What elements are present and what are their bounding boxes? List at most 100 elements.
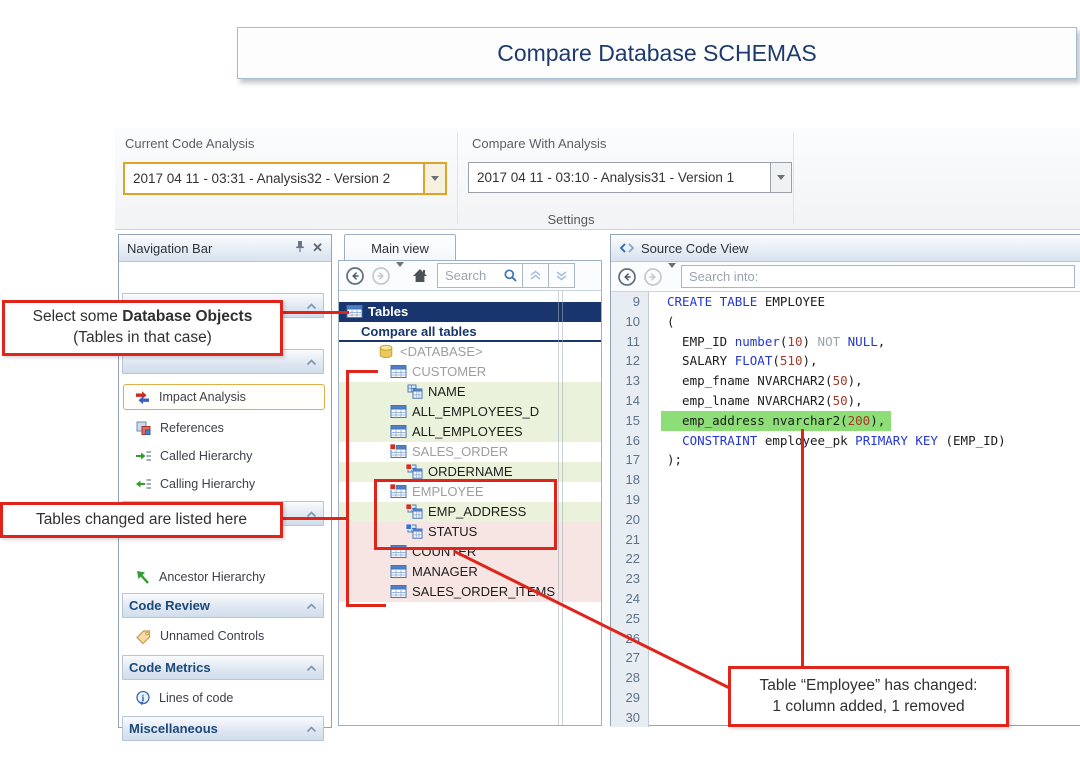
pin-icon[interactable] [294,240,306,256]
ancestor-hierarchy-icon [135,569,151,585]
source-code-header: Source Code View [611,235,1080,262]
table-icon [390,564,407,582]
sidebar-item-called-hierarchy[interactable]: Called Hierarchy [125,443,323,469]
table-icon [390,584,407,602]
forward-button[interactable] [370,265,391,286]
sidebar-section-code-review[interactable]: Code Review [122,593,324,618]
home-icon[interactable] [409,265,430,286]
line-number: 23 [611,569,640,589]
code-line [667,589,1080,609]
tree-row-label: MANAGER [412,564,478,579]
current-analysis-value: 2017 04 11 - 03:31 - Analysis32 - Versio… [125,164,423,193]
tab-main-view-label: Main view [371,241,429,256]
navigation-panel-header: Navigation Bar ✕ [119,235,331,262]
source-code-toolbar [611,262,1080,292]
code-line [667,470,1080,490]
callout-tables-changed: Tables changed are listed here [0,502,283,538]
source-code-panel: Source Code View 91011121314151617181920… [610,234,1080,726]
code-line [667,490,1080,510]
annotation-connector [283,517,347,520]
line-number: 24 [611,589,640,609]
line-number: 12 [611,351,640,371]
app-root: Compare Database SCHEMAS Current Code An… [0,0,1080,760]
compare-analysis-combo[interactable]: 2017 04 11 - 03:10 - Analysis31 - Versio… [468,162,792,193]
callout-line: Tables changed are listed here [36,510,247,531]
callout-line: 1 column added, 1 removed [772,697,964,718]
code-line: emp_lname NVARCHAR2(50), [667,391,1080,411]
source-code-title: Source Code View [641,241,748,256]
line-number: 28 [611,668,640,688]
sidebar-item-label: Unnamed Controls [160,629,264,643]
database-icon [378,344,394,362]
history-dropdown-icon[interactable] [668,268,676,286]
tree-search-group [437,263,575,288]
called-hierarchy-icon [135,448,152,464]
line-number: 14 [611,391,640,411]
callout-line: Table “Employee” has changed: [760,676,978,697]
line-number: 20 [611,510,640,530]
chevron-up-icon[interactable] [306,354,317,369]
search-next-button[interactable] [548,264,574,287]
code-search-input[interactable] [681,265,1075,288]
back-button[interactable] [616,266,637,287]
sidebar-section-miscellaneous[interactable]: Miscellaneous [122,716,324,741]
history-dropdown-icon[interactable] [396,267,404,285]
line-number: 16 [611,431,640,451]
current-analysis-label: Current Code Analysis [125,136,254,151]
sidebar-item-label: Impact Analysis [159,390,246,404]
table-icon [390,364,407,382]
line-number: 17 [611,450,640,470]
table-changed-icon [390,444,407,462]
table-icon [390,404,407,422]
annotation-bracket [346,604,386,607]
sidebar-item-references[interactable]: References [125,415,323,441]
line-number: 22 [611,549,640,569]
annotation-connector [283,311,349,314]
line-number: 9 [611,292,640,312]
sidebar-item-lines-of-code[interactable]: iLines of code [125,685,323,711]
chevron-up-icon[interactable] [306,598,317,613]
page-title: Compare Database SCHEMAS [237,27,1077,79]
chevron-up-icon[interactable] [306,721,317,736]
sidebar-item-unnamed-controls[interactable]: Unnamed Controls [125,623,323,649]
chevron-up-icon[interactable] [306,660,317,675]
sidebar-item-calling-hierarchy[interactable]: Calling Hierarchy [125,471,323,497]
sidebar-item-ancestor-hierarchy[interactable]: Ancestor Hierarchy [125,564,323,590]
section-label: Code Metrics [129,660,211,675]
chevron-down-icon[interactable] [423,164,445,193]
close-icon[interactable]: ✕ [312,240,323,256]
ribbon-divider [457,132,458,224]
tree-row-label: ALL_EMPLOYEES [412,424,523,439]
back-button[interactable] [344,265,365,286]
annotation-bracket [346,370,349,607]
tree-search-input[interactable] [438,268,503,283]
tree-row-label: Tables [368,304,408,319]
line-number: 21 [611,530,640,550]
compare-analysis-value: 2017 04 11 - 03:10 - Analysis31 - Versio… [469,163,770,192]
sidebar-section-code-metrics[interactable]: Code Metrics [122,655,324,680]
tree-row-label: SALES_ORDER [412,444,508,459]
code-line: ( [667,312,1080,332]
line-number: 18 [611,470,640,490]
tab-main-view[interactable]: Main view [344,234,456,262]
tree-column-divider [558,291,559,725]
code-line [667,609,1080,629]
code-line [667,569,1080,589]
tree-column-divider [562,291,563,725]
sidebar-item-label: Ancestor Hierarchy [159,570,265,584]
compare-analysis-label: Compare With Analysis [472,136,606,151]
code-line: EMP_ID number(10) NOT NULL, [667,332,1080,352]
sidebar-item-impact-analysis[interactable]: Impact Analysis [123,384,325,410]
forward-button[interactable] [642,266,663,287]
chevron-down-icon[interactable] [770,163,791,192]
line-number: 29 [611,688,640,708]
ribbon: Current Code Analysis 2017 04 11 - 03:31… [115,128,1080,230]
search-previous-button[interactable] [522,264,548,287]
search-icon [503,268,522,283]
callout-line: Select some Database Objects [33,307,253,328]
tag-icon [135,628,152,644]
calling-hierarchy-icon [135,476,152,492]
impact-analysis-icon [134,389,151,406]
current-analysis-combo[interactable]: 2017 04 11 - 03:31 - Analysis32 - Versio… [123,162,447,195]
section-label: Code Review [129,598,210,613]
